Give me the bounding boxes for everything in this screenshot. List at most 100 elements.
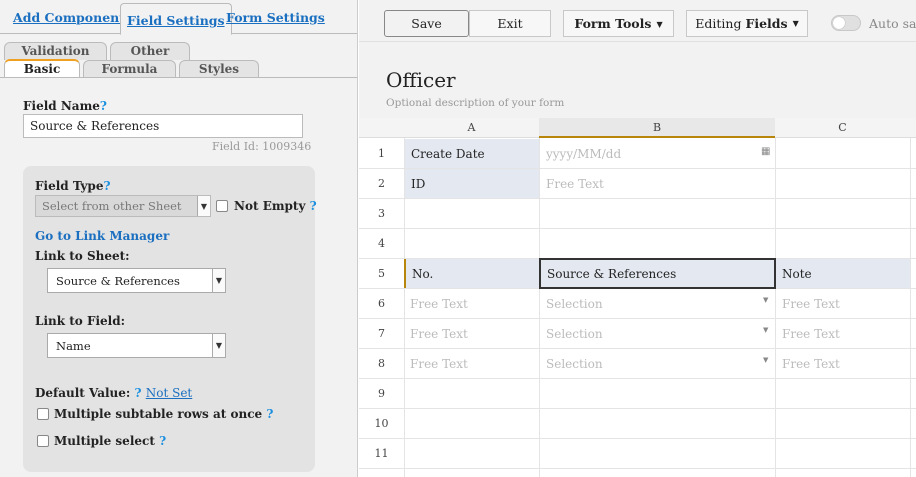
grid-line <box>359 408 916 409</box>
dropdown-arrow-icon[interactable]: ▼ <box>763 326 768 334</box>
grid-line <box>359 228 916 229</box>
row-number[interactable]: 2 <box>359 177 404 190</box>
col-header-c[interactable]: C <box>775 118 910 138</box>
cell-b2[interactable]: Free Text <box>540 169 775 198</box>
tab-form-settings[interactable]: Form Settings <box>226 10 325 25</box>
row-number[interactable]: 4 <box>359 237 404 250</box>
multi-select-label: Multiple select ? <box>54 434 166 448</box>
cell-c8[interactable]: Free Text <box>776 349 910 378</box>
default-value-label: Default Value: ? Not Set <box>35 386 192 400</box>
row-number[interactable]: 6 <box>359 297 404 310</box>
help-icon[interactable]: ? <box>310 199 317 213</box>
multi-select-checkbox[interactable] <box>37 435 49 447</box>
default-value-text: Default Value: <box>35 386 131 400</box>
link-field-value: Name <box>56 339 91 353</box>
link-sheet-select[interactable]: Source & References ▼ <box>47 268 226 293</box>
cell-a7[interactable]: Free Text <box>404 319 539 348</box>
form-tools-label: Form Tools <box>574 16 652 31</box>
help-icon[interactable]: ? <box>266 407 273 421</box>
cell-b1[interactable]: yyyy/MM/dd <box>540 139 775 168</box>
link-sheet-value: Source & References <box>56 274 180 288</box>
help-icon[interactable]: ? <box>100 99 107 113</box>
link-sheet-label: Link to Sheet: <box>35 249 130 263</box>
save-button[interactable]: Save <box>384 10 469 37</box>
link-manager-link[interactable]: Go to Link Manager <box>35 229 169 243</box>
form-description[interactable]: Optional description of your form <box>386 97 564 109</box>
autosave-toggle[interactable] <box>831 15 861 31</box>
exit-button[interactable]: Exit <box>469 10 551 37</box>
grid-line <box>910 138 911 477</box>
row-number[interactable]: 9 <box>359 387 404 400</box>
tab-field-settings[interactable]: Field Settings <box>120 3 232 35</box>
chevron-down-icon: ▼ <box>212 269 225 292</box>
dropdown-arrow-icon[interactable]: ▼ <box>763 296 768 304</box>
help-icon[interactable]: ? <box>159 434 166 448</box>
col-header-a[interactable]: A <box>404 118 539 138</box>
help-icon[interactable]: ? <box>135 386 142 400</box>
cell-b7[interactable]: Selection <box>540 319 775 348</box>
row-number[interactable]: 3 <box>359 207 404 220</box>
row-number[interactable]: 10 <box>359 417 404 430</box>
cell-a6[interactable]: Free Text <box>404 289 539 318</box>
field-type-value: Select from other Sheet <box>42 199 182 213</box>
cell-c5[interactable]: Note <box>776 259 910 288</box>
subtab-basic[interactable]: Basic <box>4 59 80 79</box>
field-name-label-text: Field Name <box>23 99 100 113</box>
grid-line <box>359 438 916 439</box>
field-id: Field Id: 1009346 <box>212 140 312 153</box>
chevron-down-icon: ▼ <box>212 334 225 357</box>
field-name-label: Field Name? <box>23 99 107 113</box>
corner-header <box>359 118 404 138</box>
caret-down-icon: ▼ <box>792 19 799 28</box>
cell-a1[interactable]: Create Date <box>405 139 539 168</box>
field-type-select[interactable]: Select from other Sheet ▼ <box>35 195 211 217</box>
link-field-select[interactable]: Name ▼ <box>47 333 226 358</box>
calendar-icon[interactable]: ▦ <box>761 146 770 157</box>
cell-b8[interactable]: Selection <box>540 349 775 378</box>
field-name-input[interactable]: Source & References <box>23 114 303 138</box>
default-value-link[interactable]: Not Set <box>146 386 193 400</box>
caret-down-icon: ▼ <box>656 18 663 29</box>
grid-line <box>359 378 916 379</box>
not-empty-text: Not Empty <box>234 199 306 213</box>
field-type-label: Field Type? <box>35 179 110 193</box>
form-tools-button[interactable]: Form Tools ▼ <box>563 10 674 37</box>
field-type-label-text: Field Type <box>35 179 104 193</box>
col-header-b[interactable]: B <box>539 118 775 138</box>
multi-subtable-checkbox[interactable] <box>37 408 49 420</box>
dropdown-arrow-icon[interactable]: ▼ <box>763 356 768 364</box>
multi-subtable-text: Multiple subtable rows at once <box>54 407 263 421</box>
subtab-formula[interactable]: Formula <box>83 60 176 78</box>
autosave-label: Auto save <box>869 16 916 31</box>
panel-tabs: Add Components Field Settings Form Setti… <box>0 0 357 35</box>
editing-bold: Fields <box>745 16 788 31</box>
subtab-styles[interactable]: Styles <box>179 60 259 78</box>
tab-add-components[interactable]: Add Components <box>13 10 132 25</box>
cell-c6[interactable]: Free Text <box>776 289 910 318</box>
cell-a2[interactable]: ID <box>405 169 539 198</box>
col-header-edge <box>910 118 916 138</box>
cell-a8[interactable]: Free Text <box>404 349 539 378</box>
toolbar: Save Exit Form Tools ▼ Editing Fields ▼ Au… <box>359 0 916 42</box>
editing-fields-button[interactable]: Editing Fields ▼ <box>686 10 808 37</box>
cell-b5[interactable]: Source & References <box>539 258 776 289</box>
chevron-down-icon: ▼ <box>197 196 210 216</box>
cell-c7[interactable]: Free Text <box>776 319 910 348</box>
row-number[interactable]: 7 <box>359 327 404 340</box>
subtab-other[interactable]: Other <box>110 42 190 60</box>
cell-a5[interactable]: No. <box>404 259 539 288</box>
row-number[interactable]: 8 <box>359 357 404 370</box>
row-number[interactable]: 1 <box>359 147 404 160</box>
row-number[interactable]: 11 <box>359 447 404 460</box>
help-icon[interactable]: ? <box>103 179 110 193</box>
row-number[interactable]: 5 <box>359 267 404 280</box>
form-title[interactable]: Officer <box>386 68 456 92</box>
form-editor: Save Exit Form Tools ▼ Editing Fields ▼ Au… <box>359 0 916 477</box>
cell-b6[interactable]: Selection <box>540 289 775 318</box>
subtab-validation[interactable]: Validation <box>4 42 107 60</box>
sheet-grid: A B C 1 2 3 4 5 6 7 8 9 10 11 Create Dat <box>359 118 916 477</box>
grid-line <box>359 198 916 199</box>
editing-prefix: Editing <box>695 16 742 31</box>
link-field-label: Link to Field: <box>35 314 126 328</box>
not-empty-checkbox[interactable] <box>216 200 228 212</box>
